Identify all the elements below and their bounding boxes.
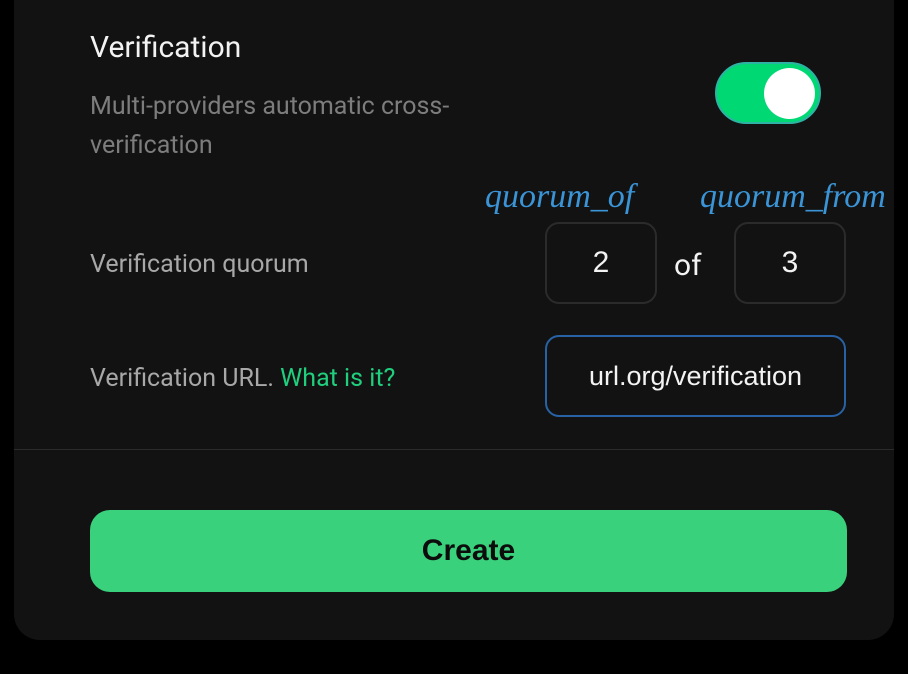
quorum-of-input[interactable] (545, 222, 657, 304)
toggle-knob (764, 68, 815, 119)
annotation-quorum-of: quorum_of (485, 178, 634, 216)
verification-url-input[interactable] (545, 335, 846, 417)
verification-url-label: Verification URL. (90, 364, 280, 393)
quorum-label: Verification quorum (90, 250, 309, 279)
url-label-row: Verification URL. What is it? (90, 364, 395, 393)
annotation-quorum-from: quorum_from (700, 178, 886, 216)
settings-panel: Verification Multi-providers automatic c… (14, 0, 894, 640)
section-divider (14, 449, 894, 450)
quorum-of-text: of (674, 248, 702, 283)
verification-toggle[interactable] (715, 62, 821, 124)
verification-title: Verification (90, 30, 241, 65)
quorum-from-input[interactable] (734, 222, 846, 304)
what-is-it-link[interactable]: What is it? (280, 364, 395, 393)
verification-subtitle: Multi-providers automatic cross-verifica… (90, 88, 490, 166)
create-button[interactable]: Create (90, 510, 847, 592)
